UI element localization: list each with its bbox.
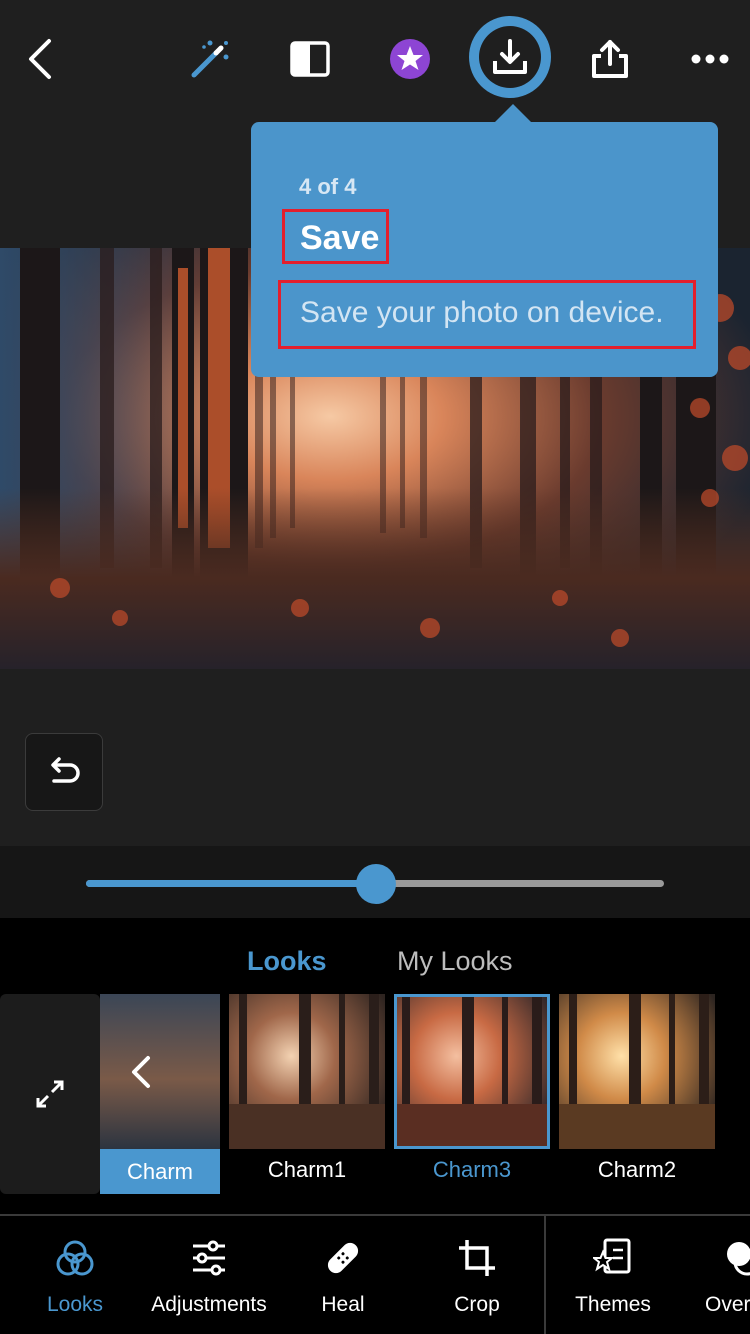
compare-button[interactable] [275, 24, 345, 94]
look-label: Charm3 [432, 1157, 512, 1182]
bottom-nav: Looks Adjustments Heal Crop Themes Over [0, 1216, 750, 1334]
nav-overlay[interactable]: Over [705, 1216, 750, 1334]
nav-heal[interactable]: Heal [293, 1216, 393, 1334]
look-charm1[interactable]: Charm1 [229, 994, 385, 1194]
look-charm2[interactable]: Charm2 [559, 994, 715, 1194]
intensity-slider[interactable] [86, 864, 664, 904]
chevron-left-icon [29, 39, 51, 79]
coach-mark-tooltip: 4 of 4 Save Save your photo on device. [251, 122, 718, 377]
charm1-thumbnail [229, 994, 385, 1149]
intensity-slider-area [0, 846, 750, 918]
tooltip-title-highlight: Save [282, 209, 389, 264]
tooltip-description-highlight: Save your photo on device. [278, 280, 696, 349]
bandage-icon [327, 1242, 359, 1274]
nav-label: Heal [321, 1293, 365, 1316]
look-partial[interactable] [724, 994, 750, 1194]
look-label: Charm [126, 1159, 193, 1184]
look-charm3[interactable]: Charm3 [394, 994, 550, 1194]
star-badge-icon [390, 39, 430, 79]
looks-icon [56, 1240, 94, 1276]
nav-label: Themes [575, 1293, 651, 1316]
overlay-icon [727, 1242, 750, 1276]
ellipsis-icon [691, 54, 729, 64]
back-button[interactable] [5, 24, 75, 94]
looks-panel: Looks My Looks Charm Charm1 Charm3 Charm… [0, 918, 750, 1214]
nav-label: Over [705, 1293, 750, 1316]
charm-category-thumbnail [100, 994, 220, 1149]
undo-icon [51, 757, 80, 783]
tooltip-description: Save your photo on device. [300, 296, 664, 329]
look-category-charm[interactable]: Charm [100, 994, 220, 1194]
charm2-thumbnail [559, 994, 715, 1149]
selected-look-frame [394, 994, 550, 1149]
look-label: Charm1 [267, 1157, 347, 1182]
before-after-icon [290, 41, 330, 77]
tab-looks[interactable]: Looks [247, 946, 327, 977]
nav-label: Looks [46, 1293, 104, 1316]
undo-button[interactable] [25, 733, 103, 811]
tab-my-looks[interactable]: My Looks [397, 946, 513, 977]
slider-fill [86, 880, 377, 887]
share-button[interactable] [575, 24, 645, 94]
nav-crop[interactable]: Crop [427, 1216, 527, 1334]
nav-separator [544, 1216, 546, 1334]
nav-adjustments[interactable]: Adjustments [144, 1216, 274, 1334]
crop-icon [459, 1240, 495, 1276]
auto-enhance-button[interactable] [175, 24, 245, 94]
expand-icon [36, 1080, 64, 1108]
nav-label: Crop [454, 1293, 500, 1316]
slider-handle[interactable] [356, 864, 397, 904]
sliders-icon [193, 1240, 225, 1276]
tooltip-title: Save [300, 219, 380, 257]
partial-look-thumbnail [724, 994, 750, 1149]
tooltip-pointer [493, 104, 533, 124]
tooltip-step-counter: 4 of 4 [299, 174, 357, 199]
nav-label: Adjustments [151, 1293, 267, 1316]
premium-button[interactable] [375, 24, 445, 94]
save-button[interactable] [469, 16, 551, 98]
download-icon [493, 39, 527, 74]
look-label: Charm2 [597, 1157, 677, 1182]
nav-looks[interactable]: Looks [25, 1216, 125, 1334]
expand-looks-button[interactable] [0, 994, 100, 1194]
more-button[interactable] [675, 24, 745, 94]
themes-icon [593, 1238, 631, 1274]
share-icon [592, 40, 628, 78]
magic-wand-icon [191, 40, 229, 78]
nav-themes[interactable]: Themes [563, 1216, 663, 1334]
